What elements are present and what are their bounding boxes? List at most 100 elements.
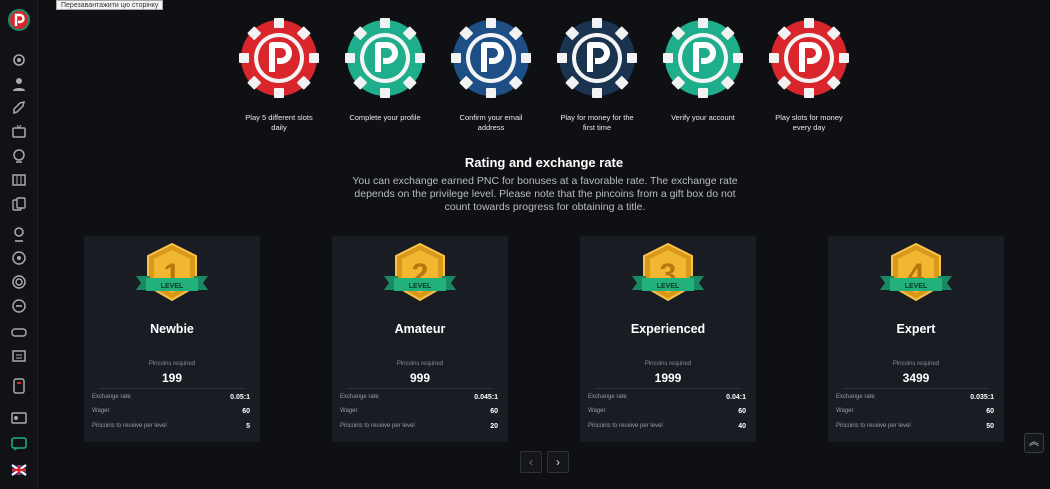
wager-label: Wager <box>340 408 358 414</box>
level-card: 3 LEVEL Experienced Pincoins required 1999 Ex… <box>580 236 756 442</box>
level-badge-text: LEVEL <box>657 283 680 290</box>
receive-value: 20 <box>490 423 498 430</box>
flag-uk-icon[interactable] <box>11 462 27 478</box>
pincoin-chip-icon <box>557 18 637 98</box>
gamepad-icon[interactable] <box>11 324 27 340</box>
pincoins-required-value: 1999 <box>654 371 682 385</box>
reload-tooltip: Перезавантажити цю сторінку <box>56 0 164 10</box>
level-badge-icon: 4LEVEL <box>880 242 952 302</box>
wager-label: Wager <box>836 408 854 414</box>
pincoins-required-label: Pincoins required <box>644 361 692 367</box>
rating-title: Rating and exchange rate <box>464 155 624 170</box>
divider <box>98 388 246 389</box>
receive-label: Pincoins to receive per level <box>92 423 167 429</box>
pager-next-button[interactable]: › <box>547 451 569 473</box>
wager-value: 60 <box>242 408 250 415</box>
receive-row: Pincoins to receive per level 20 <box>340 423 498 433</box>
task-label: Complete your profile <box>349 113 421 122</box>
level-card: 4 LEVEL Expert Pincoins required 3499 Exchang… <box>828 236 1004 442</box>
pincoins-required-label: Pincoins required <box>148 361 196 367</box>
wager-value: 60 <box>738 408 746 415</box>
pincoin-chip-icon <box>663 18 743 98</box>
pager-prev-button[interactable]: ‹ <box>520 451 542 473</box>
wager-label: Wager <box>92 408 110 414</box>
brand-logo-icon[interactable] <box>8 9 30 31</box>
exchange-rate-label: Exchange rate <box>340 394 379 400</box>
wager-row: Wager 60 <box>588 408 746 418</box>
pincoin-chip-icon <box>239 18 319 98</box>
task-item: Complete your profile <box>332 18 438 123</box>
settings-icon[interactable] <box>11 52 27 68</box>
divider <box>346 388 494 389</box>
webcam-icon[interactable] <box>11 226 27 242</box>
sidebar <box>0 0 38 489</box>
pincoins-required-value: 3499 <box>902 371 930 385</box>
exchange-rate-label: Exchange rate <box>588 394 627 400</box>
target-icon[interactable] <box>11 274 27 290</box>
wager-value: 60 <box>986 408 994 415</box>
id-card-icon[interactable] <box>11 410 27 426</box>
tasks-row: Play 5 different slots daily Complete you… <box>226 18 866 138</box>
receive-label: Pincoins to receive per level <box>340 423 415 429</box>
task-item: Confirm your email address <box>438 18 544 133</box>
app-icon[interactable] <box>11 378 27 394</box>
receive-value: 40 <box>738 423 746 430</box>
chat-icon[interactable] <box>11 436 27 452</box>
task-item: Verify your account <box>650 18 756 123</box>
cards-icon[interactable] <box>11 196 27 212</box>
level-badge-text: LEVEL <box>409 283 432 290</box>
exchange-rate-label: Exchange rate <box>92 394 131 400</box>
slots-icon[interactable] <box>11 172 27 188</box>
wager-row: Wager 60 <box>92 408 250 418</box>
wager-label: Wager <box>588 408 606 414</box>
rocket-icon[interactable] <box>11 100 27 116</box>
scroll-top-button[interactable]: ︽ <box>1024 433 1044 453</box>
user-icon[interactable] <box>11 76 27 92</box>
receive-row: Pincoins to receive per level 50 <box>836 423 994 433</box>
receive-row: Pincoins to receive per level 5 <box>92 423 250 433</box>
wager-row: Wager 60 <box>836 408 994 418</box>
wager-row: Wager 60 <box>340 408 498 418</box>
football-icon[interactable] <box>11 250 27 266</box>
level-name: Newbie <box>150 322 194 336</box>
rating-description: You can exchange earned PNC for bonuses … <box>352 175 738 213</box>
pincoin-chip-icon <box>451 18 531 98</box>
tv-icon[interactable] <box>11 124 27 140</box>
level-badge-icon: 3LEVEL <box>632 242 704 302</box>
task-label: Play slots for money every day <box>775 113 843 132</box>
task-item: Play for money for the first time <box>544 18 650 133</box>
receive-value: 5 <box>246 423 250 430</box>
task-label: Play 5 different slots daily <box>245 113 313 132</box>
receive-label: Pincoins to receive per level <box>588 423 663 429</box>
level-name: Expert <box>896 322 936 336</box>
cyber-icon[interactable] <box>11 298 27 314</box>
exchange-rate-row: Exchange rate 0.045:1 <box>340 394 498 404</box>
exchange-rate-value: 0.04:1 <box>726 394 746 401</box>
level-badge-icon: 2LEVEL <box>384 242 456 302</box>
task-label: Verify your account <box>671 113 735 122</box>
task-label: Play for money for the first time <box>560 113 634 132</box>
receive-label: Pincoins to receive per level <box>836 423 911 429</box>
task-item: Play 5 different slots daily <box>226 18 332 133</box>
level-badge-text: LEVEL <box>161 283 184 290</box>
level-card: 2 LEVEL Amateur Pincoins required 999 Exchang… <box>332 236 508 442</box>
receive-row: Pincoins to receive per level 40 <box>588 423 746 433</box>
level-badge-icon: 1LEVEL <box>136 242 208 302</box>
divider <box>594 388 742 389</box>
news-icon[interactable] <box>11 348 27 364</box>
level-name: Experienced <box>630 322 706 336</box>
pincoins-required-value: 999 <box>409 371 431 385</box>
exchange-rate-row: Exchange rate 0.05:1 <box>92 394 250 404</box>
receive-value: 50 <box>986 423 994 430</box>
level-card: 1 LEVEL Newbie Pincoins required 199 Exchange… <box>84 236 260 442</box>
pincoins-required-label: Pincoins required <box>892 361 940 367</box>
pincoins-required-value: 199 <box>161 371 183 385</box>
task-item: Play slots for money every day <box>756 18 862 133</box>
exchange-rate-row: Exchange rate 0.035:1 <box>836 394 994 404</box>
exchange-rate-value: 0.035:1 <box>970 394 994 401</box>
level-name: Amateur <box>394 322 446 336</box>
pincoin-chip-icon <box>345 18 425 98</box>
exchange-rate-value: 0.045:1 <box>474 394 498 401</box>
exchange-rate-row: Exchange rate 0.04:1 <box>588 394 746 404</box>
pincoins-required-label: Pincoins required <box>396 361 444 367</box>
